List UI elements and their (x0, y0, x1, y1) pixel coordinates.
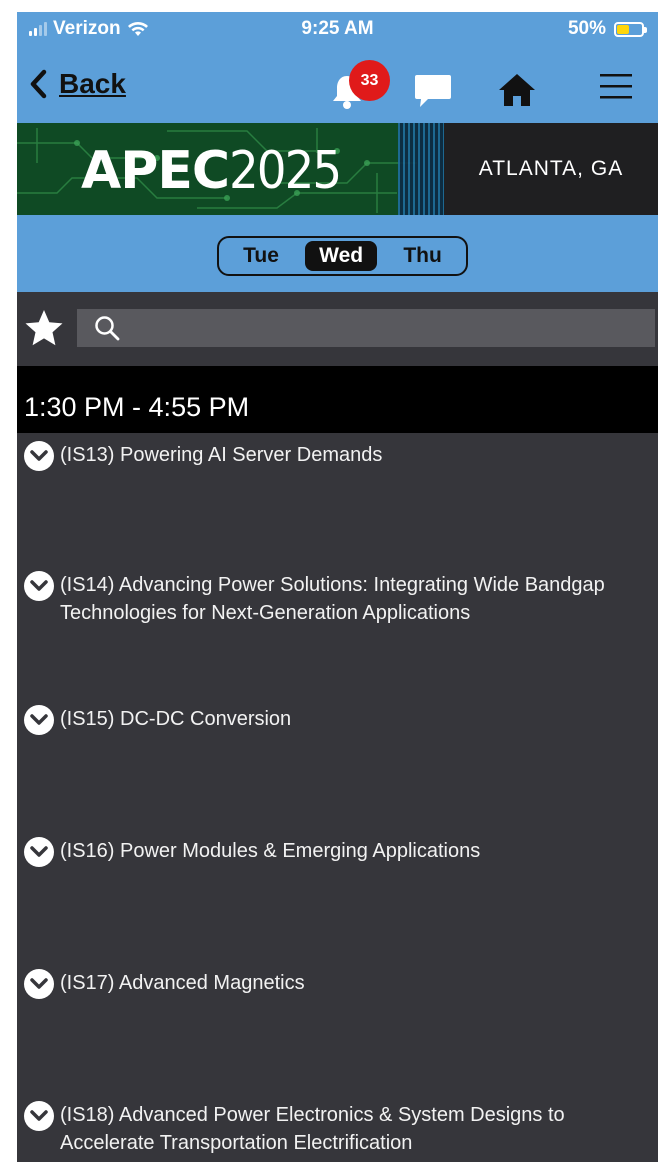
star-icon (25, 310, 63, 346)
time-range: 1:30 PM - 4:55 PM (24, 392, 250, 422)
status-time: 9:25 AM (301, 18, 374, 39)
event-banner: APEC2025 ATLANTA, GA (17, 123, 658, 215)
messages-button[interactable] (413, 72, 453, 115)
day-tab-tue[interactable]: Tue (229, 241, 293, 271)
session-title: (IS17) Advanced Magnetics (60, 972, 305, 994)
expand-chevron-icon[interactable] (24, 441, 54, 471)
nav-bar: Back 33 (17, 60, 658, 116)
session-item[interactable]: (IS18) Advanced Power Electronics & Syst… (17, 1101, 658, 1157)
logo-text: APEC (81, 141, 230, 201)
banner-stripes (398, 123, 444, 215)
battery-icon (614, 21, 647, 37)
session-item[interactable]: (IS14) Advancing Power Solutions: Integr… (17, 571, 658, 627)
session-title: (IS13) Powering AI Server Demands (60, 444, 383, 466)
day-selector-bar: Tue Wed Thu (17, 215, 658, 292)
day-tab-thu[interactable]: Thu (389, 241, 455, 271)
session-item[interactable]: (IS15) DC-DC Conversion (17, 705, 658, 735)
home-button[interactable] (497, 72, 537, 113)
day-segmented-control: Tue Wed Thu (217, 236, 468, 276)
chat-icon (415, 75, 451, 107)
notification-badge: 33 (349, 60, 390, 101)
search-box[interactable] (77, 309, 655, 347)
back-button[interactable]: Back (29, 68, 126, 100)
session-item[interactable]: (IS17) Advanced Magnetics (17, 969, 658, 999)
day-tab-wed[interactable]: Wed (305, 241, 378, 271)
session-title: (IS16) Power Modules & Emerging Applicat… (60, 840, 481, 862)
session-item[interactable]: (IS16) Power Modules & Emerging Applicat… (17, 837, 658, 867)
search-row (17, 292, 658, 366)
expand-chevron-icon[interactable] (24, 705, 54, 735)
battery-percent: 50% (567, 18, 606, 39)
favorites-button[interactable] (23, 307, 65, 354)
expand-chevron-icon[interactable] (24, 837, 54, 867)
hamburger-menu-icon (600, 74, 632, 99)
home-icon (499, 74, 535, 106)
time-slot-header: 1:30 PM - 4:55 PM (17, 366, 658, 433)
status-bar: Verizon 9:25 AM 50% (17, 12, 658, 48)
chevron-left-icon (30, 69, 47, 99)
menu-button[interactable] (599, 72, 633, 105)
app-screen: Verizon 9:25 AM 50% Back 33 APEC2025 ATL… (17, 12, 658, 1162)
session-title: (IS15) DC-DC Conversion (60, 708, 292, 730)
session-title: (IS14) Advancing Power Solutions: Integr… (60, 574, 605, 624)
expand-chevron-icon[interactable] (24, 571, 54, 601)
logo-year: 2025 (229, 141, 342, 201)
search-icon (95, 316, 120, 341)
apec-logo: APEC2025 (81, 141, 342, 201)
battery-group: 50% (567, 18, 647, 40)
session-item[interactable]: (IS13) Powering AI Server Demands (17, 441, 658, 471)
back-label: Back (59, 68, 126, 99)
search-input[interactable] (127, 309, 647, 347)
expand-chevron-icon[interactable] (24, 1101, 54, 1131)
session-title: (IS18) Advanced Power Electronics & Syst… (60, 1104, 565, 1154)
event-location: ATLANTA, GA (478, 157, 624, 180)
expand-chevron-icon[interactable] (24, 969, 54, 999)
